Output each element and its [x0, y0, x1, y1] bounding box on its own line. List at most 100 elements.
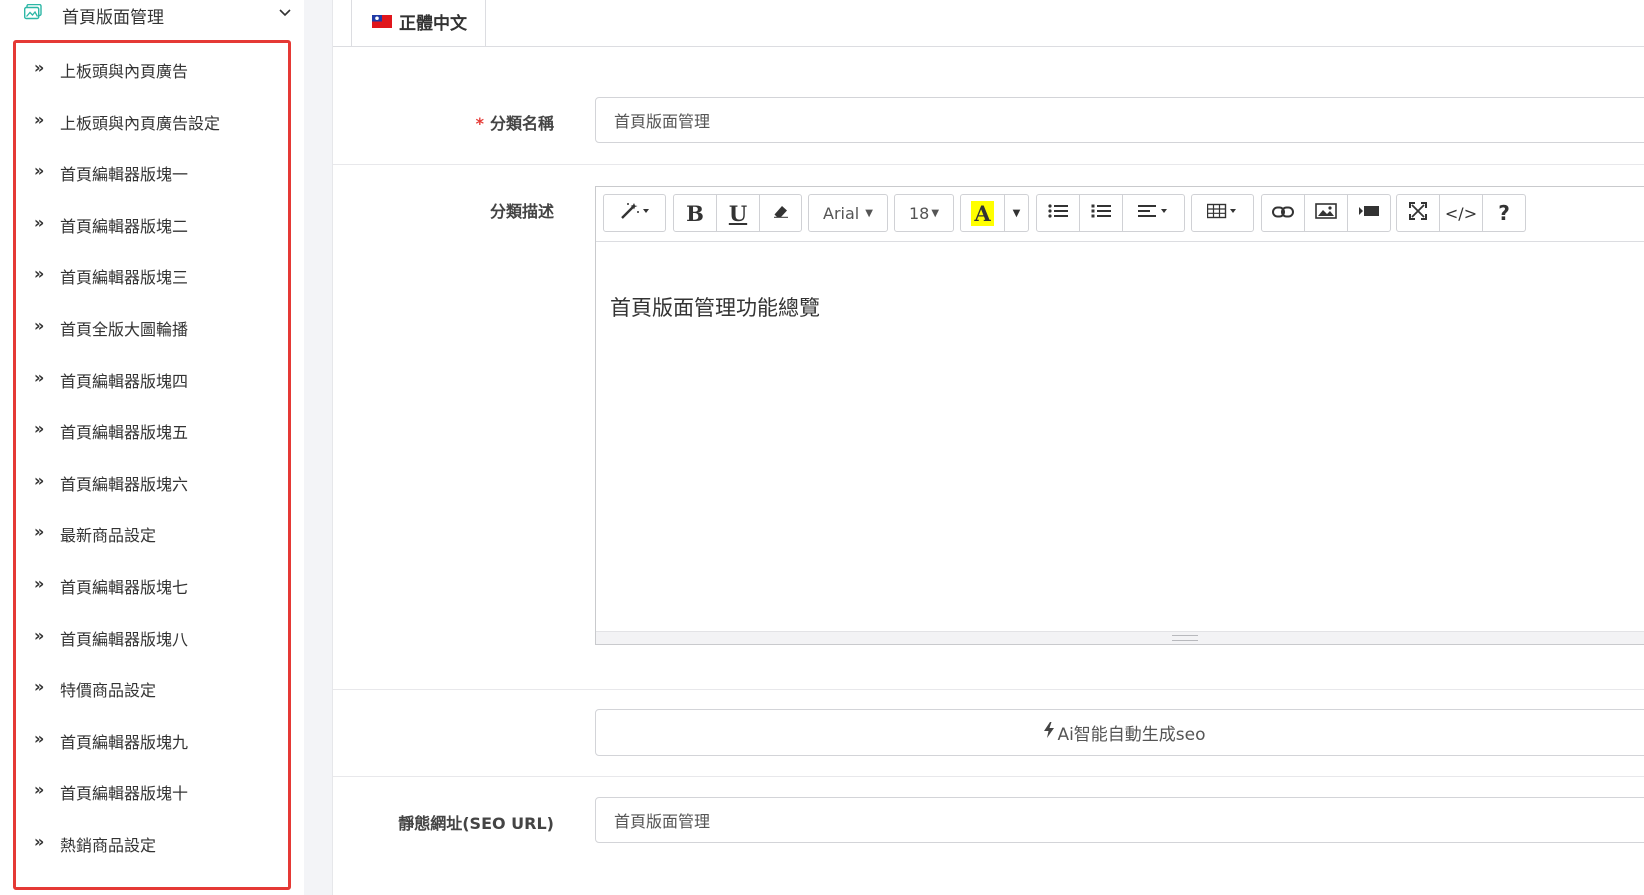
image-icon [1315, 203, 1337, 223]
sidebar-submenu-item[interactable]: » 首頁編輯器版塊二 [16, 208, 288, 238]
double-chevron-right-icon: » [34, 780, 45, 800]
double-chevron-right-icon: » [34, 109, 45, 129]
format-group: B U [673, 194, 802, 232]
numbered-list-icon [1091, 203, 1111, 223]
rich-text-editor: B U Arial ▼ 18 ▼ A ▼ </> ? 首頁版面管理功能總覽 [595, 186, 1644, 645]
sidebar-submenu-item-label: 首頁編輯器版塊二 [60, 216, 189, 236]
help-button[interactable]: ? [1483, 195, 1525, 231]
double-chevron-right-icon: » [34, 574, 45, 593]
table-icon [1206, 203, 1239, 223]
sidebar-submenu-item-label: 首頁編輯器版塊九 [60, 732, 189, 752]
sidebar-submenu-item-label: 首頁編輯器版塊五 [60, 423, 189, 443]
sidebar-submenu-item[interactable]: » 首頁編輯器版塊八 [16, 621, 288, 651]
double-chevron-right-icon: » [34, 419, 45, 439]
color-group: A ▼ [960, 194, 1029, 232]
text-color-button[interactable]: A [961, 195, 1005, 231]
sidebar-submenu-item[interactable]: » 首頁編輯器版塊九 [16, 724, 288, 754]
eraser-icon [773, 204, 789, 222]
sidebar-submenu-item[interactable]: » 首頁編輯器版塊五 [16, 414, 288, 444]
sidebar-submenu-item[interactable]: » 首頁編輯器版塊六 [16, 466, 288, 496]
sidebar-section-label: 首頁版面管理 [62, 8, 164, 28]
sidebar-submenu: » 上板頭與內頁廣告 » 上板頭與內頁廣告設定 » 首頁編輯器版塊一 » 首頁編輯器版塊二 » 首… [13, 40, 291, 890]
video-icon [1358, 204, 1380, 222]
double-chevron-right-icon: » [34, 832, 45, 851]
editor-content-area[interactable]: 首頁版面管理功能總覽 [596, 242, 1644, 632]
clear-format-button[interactable] [760, 195, 801, 231]
insert-group [1261, 194, 1391, 232]
insert-image-button[interactable] [1305, 195, 1348, 231]
sidebar-submenu-item[interactable]: » 首頁編輯器版塊七 [16, 569, 288, 599]
sidebar-submenu-item[interactable]: » 熱銷商品設定 [16, 827, 288, 857]
sidebar-submenu-item-label: 首頁編輯器版塊四 [60, 371, 189, 391]
category-name-label: * 分類名稱 [476, 110, 554, 134]
table-group [1191, 194, 1254, 232]
tab-label: 正體中文 [399, 14, 467, 34]
insert-link-button[interactable] [1262, 195, 1305, 231]
sidebar-submenu-item[interactable]: » 上板頭與內頁廣告設定 [16, 105, 288, 135]
caret-down-icon: ▼ [1012, 207, 1021, 219]
magic-wand-icon [619, 201, 651, 225]
font-size-group: 18 ▼ [894, 194, 954, 232]
chevron-down-icon[interactable] [278, 4, 292, 18]
double-chevron-right-icon: » [34, 522, 45, 542]
sidebar-submenu-item[interactable]: » 特價商品設定 [16, 672, 288, 702]
taiwan-flag-icon [372, 13, 392, 28]
code-view-button[interactable]: </> [1440, 195, 1483, 231]
required-mark: * [475, 114, 484, 133]
image-gallery-icon [23, 3, 42, 20]
seo-url-input[interactable] [595, 797, 1644, 843]
insert-video-button[interactable] [1348, 195, 1390, 231]
bullet-list-icon [1048, 203, 1068, 223]
style-group [603, 194, 666, 232]
caret-down-icon: ▼ [865, 207, 873, 219]
sidebar-submenu-item-label: 上板頭與內頁廣告 [60, 62, 189, 81]
ai-seo-generate-button[interactable]: Ai智能自動生成seo [595, 709, 1644, 756]
table-dropdown-button[interactable] [1192, 195, 1253, 231]
link-icon [1272, 204, 1294, 222]
sidebar-submenu-item-label: 首頁編輯器版塊一 [60, 165, 189, 185]
sidebar-submenu-item-label: 首頁編輯器版塊三 [60, 268, 189, 288]
align-dropdown-button[interactable] [1123, 195, 1184, 231]
font-name-value: Arial [823, 203, 860, 223]
editor-resize-handle[interactable] [596, 631, 1644, 644]
sidebar-section-homepage-layout[interactable]: 首頁版面管理 [0, 0, 304, 30]
sidebar-submenu-item-label: 上板頭與內頁廣告設定 [60, 113, 221, 133]
sidebar-submenu-item[interactable]: » 首頁編輯器版塊十 [16, 775, 288, 805]
font-size-dropdown[interactable]: 18 ▼ [895, 195, 953, 231]
sidebar-submenu-item[interactable]: » 上板頭與內頁廣告 [16, 53, 288, 83]
caret-down-icon: ▼ [931, 207, 940, 219]
language-tabs: 正體中文 [333, 0, 1644, 47]
double-chevron-right-icon: » [34, 161, 45, 181]
color-dropdown-button[interactable]: ▼ [1005, 195, 1028, 231]
double-chevron-right-icon: » [34, 58, 45, 77]
category-name-label-text: 分類名稱 [489, 114, 554, 133]
paragraph-group [1036, 194, 1185, 232]
style-dropdown-button[interactable] [604, 195, 665, 231]
category-name-input[interactable] [595, 97, 1644, 143]
fullscreen-button[interactable] [1397, 195, 1440, 231]
sidebar-submenu-item-label: 首頁編輯器版塊六 [60, 474, 189, 494]
divider [333, 164, 1644, 165]
font-size-value: 18 [908, 203, 930, 223]
sidebar-submenu-item-label: 特價商品設定 [60, 681, 157, 701]
editor-text: 首頁版面管理功能總覽 [610, 296, 820, 320]
divider [333, 776, 1644, 777]
sidebar-submenu-item-label: 首頁編輯器版塊七 [60, 578, 189, 597]
sidebar-submenu-item-label: 首頁編輯器版塊十 [60, 784, 189, 804]
divider [333, 689, 1644, 690]
font-name-dropdown[interactable]: Arial ▼ [809, 195, 887, 231]
ordered-list-button[interactable] [1080, 195, 1123, 231]
underline-button[interactable]: U [717, 195, 760, 231]
sidebar-submenu-item[interactable]: » 最新商品設定 [16, 517, 288, 547]
double-chevron-right-icon: » [34, 625, 45, 645]
tab-traditional-chinese[interactable]: 正體中文 [351, 0, 486, 46]
sidebar-submenu-item-label: 最新商品設定 [60, 526, 157, 546]
sidebar-submenu-item[interactable]: » 首頁編輯器版塊三 [16, 259, 288, 289]
sidebar-submenu-item-label: 熱銷商品設定 [60, 836, 157, 855]
sidebar-submenu-item[interactable]: » 首頁編輯器版塊四 [16, 363, 288, 393]
sidebar-submenu-item-label: 首頁編輯器版塊八 [60, 629, 189, 649]
bold-button[interactable]: B [674, 195, 717, 231]
sidebar-submenu-item[interactable]: » 首頁全版大圖輪播 [16, 311, 288, 341]
sidebar-submenu-item[interactable]: » 首頁編輯器版塊一 [16, 156, 288, 186]
unordered-list-button[interactable] [1037, 195, 1080, 231]
